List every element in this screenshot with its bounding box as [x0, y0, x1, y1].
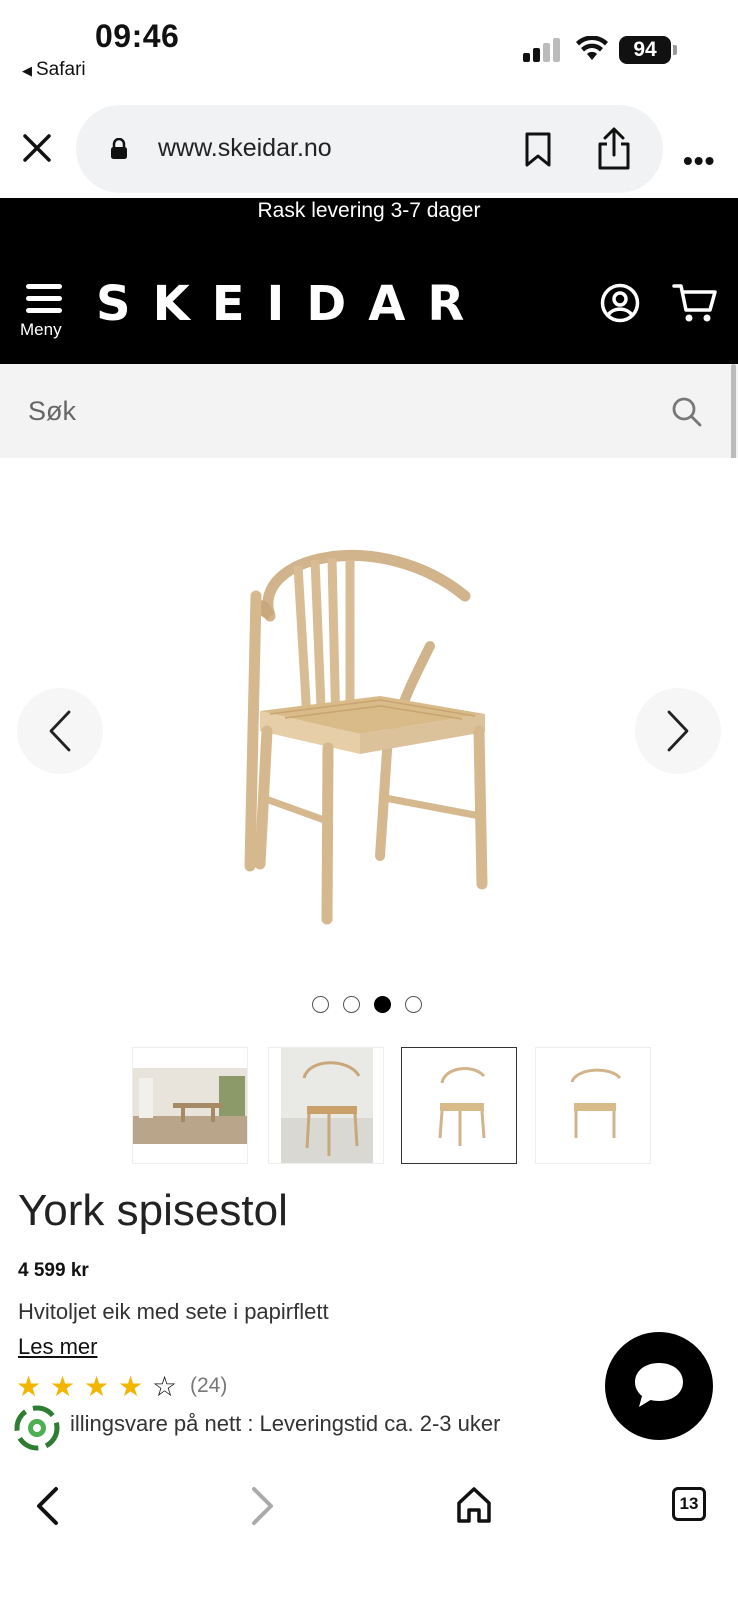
carousel-next-button[interactable] [635, 688, 721, 774]
star-full-icon: ★ [16, 1371, 42, 1402]
eco-delivery-icon [14, 1405, 60, 1451]
carousel-dot[interactable] [343, 996, 360, 1013]
search-input[interactable] [0, 364, 650, 458]
hamburger-icon [20, 284, 68, 313]
thumbnail-room[interactable] [132, 1047, 248, 1164]
tabs-icon[interactable]: 13 [672, 1487, 706, 1521]
chevron-right-icon[interactable] [248, 1486, 276, 1526]
more-options-icon[interactable]: ••• [683, 145, 715, 177]
scroll-indicator [731, 364, 736, 460]
star-empty-icon: ☆ [152, 1371, 178, 1402]
thumbnail-strip [0, 1047, 738, 1164]
status-time: 09:46 [95, 18, 180, 54]
carousel-dots [312, 996, 432, 1016]
back-to-app[interactable]: ◀ Safari [22, 59, 86, 81]
search-icon[interactable] [672, 397, 702, 427]
status-bar: 09:46 ◀ Safari 94 [0, 0, 738, 90]
lock-icon [111, 138, 127, 159]
browser-url-row: www.skeidar.no ••• [0, 90, 738, 198]
product-price: 4 599 kr [18, 1260, 89, 1281]
cart-icon[interactable] [672, 282, 718, 324]
share-icon[interactable] [596, 127, 632, 171]
account-icon[interactable] [600, 283, 640, 323]
close-icon[interactable] [20, 131, 54, 165]
product-title: York spisestol [18, 1186, 288, 1235]
battery-tip [673, 45, 677, 55]
product-description: Hvitoljet eik med sete i papirflett [18, 1299, 329, 1324]
thumbnail-chair-side[interactable] [535, 1047, 651, 1164]
site-logo[interactable]: SKEIDAR [96, 276, 486, 332]
carousel-dot-active[interactable] [374, 996, 391, 1013]
signal-icon [523, 38, 561, 62]
product-image-carousel [0, 458, 738, 1018]
home-icon[interactable] [456, 1486, 492, 1524]
thumbnail-chair-floor[interactable] [268, 1047, 384, 1164]
carousel-dot[interactable] [405, 996, 422, 1013]
battery-indicator: 94 [619, 36, 671, 64]
carousel-prev-button[interactable] [17, 688, 103, 774]
url-text: www.skeidar.no [158, 134, 332, 162]
thumbnail-chair-front[interactable] [401, 1047, 517, 1164]
chevron-left-icon [49, 710, 71, 752]
star-full-icon: ★ [118, 1371, 144, 1402]
back-app-label: Safari [36, 59, 86, 80]
browser-toolbar: 13 [0, 1460, 738, 1600]
star-full-icon: ★ [84, 1371, 110, 1402]
wifi-icon [576, 36, 608, 60]
review-count[interactable]: (24) [190, 1374, 227, 1398]
bookmark-icon[interactable] [524, 132, 552, 168]
chat-button[interactable] [605, 1332, 713, 1440]
delivery-info: illingsvare på nett : Leveringstid ca. 2… [70, 1411, 501, 1436]
menu-label: Meny [20, 320, 62, 339]
chat-bubble-icon [635, 1363, 683, 1407]
chevron-left-icon[interactable] [34, 1486, 62, 1526]
read-more-link[interactable]: Les mer [18, 1334, 97, 1360]
star-full-icon: ★ [50, 1371, 76, 1402]
search-bar [0, 364, 738, 458]
back-triangle-icon: ◀ [22, 63, 32, 78]
chevron-right-icon [667, 710, 689, 752]
menu-button[interactable]: Meny [20, 284, 68, 340]
site-header: Meny SKEIDAR [0, 240, 738, 364]
address-bar[interactable]: www.skeidar.no [76, 105, 663, 193]
product-image-chair[interactable] [230, 536, 510, 926]
carousel-dot[interactable] [312, 996, 329, 1013]
